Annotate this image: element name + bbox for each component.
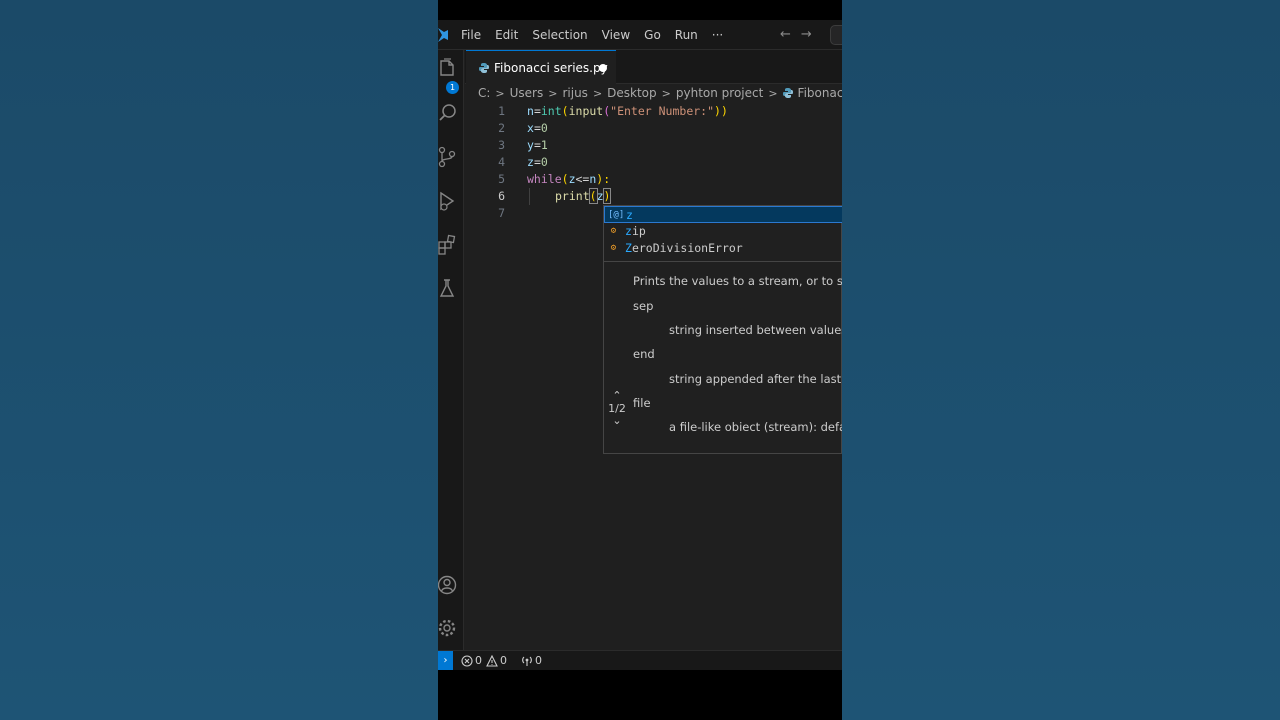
autocomplete-suggestions: [@] z ⚙ zip ⚙ ZeroDivisionError	[603, 205, 842, 262]
navigation-arrows: ←→	[780, 27, 822, 42]
ports-count: 0	[535, 654, 542, 667]
suggestion-item[interactable]: ⚙ zip	[604, 223, 842, 240]
menu-go[interactable]: Go	[644, 28, 661, 42]
search-icon[interactable]	[438, 102, 460, 124]
line-number: 2	[498, 121, 505, 135]
account-icon[interactable]	[438, 574, 460, 596]
activity-bar: 1	[438, 50, 464, 650]
extensions-icon[interactable]	[438, 234, 460, 256]
settings-gear-icon[interactable]	[438, 617, 460, 639]
param-name: file	[633, 396, 651, 410]
chevron-right-icon: >	[548, 86, 558, 100]
param-desc: string inserted between values,	[669, 323, 842, 337]
explorer-icon[interactable]: 1	[438, 58, 460, 94]
vscode-logo-icon	[438, 27, 448, 42]
menu-run[interactable]: Run	[675, 28, 698, 42]
chevron-right-icon: >	[768, 86, 778, 100]
right-background	[842, 0, 1280, 720]
title-bar: File Edit Selection View Go Run ··· ←→	[438, 20, 842, 50]
error-icon	[461, 654, 473, 667]
code-line-active: 6 print(z)	[465, 188, 842, 205]
class-icon: ⚙	[610, 226, 617, 236]
breadcrumb-desktop[interactable]: Desktop	[607, 86, 657, 100]
command-center[interactable]	[830, 25, 842, 45]
class-icon: ⚙	[610, 243, 617, 253]
breadcrumb-project[interactable]: pyhton project	[676, 86, 763, 100]
remote-indicator-icon[interactable]: ›	[438, 650, 453, 670]
suggestion-item[interactable]: [@] z	[604, 206, 842, 223]
error-count: 0	[475, 654, 482, 667]
code-line: 5 while(z<=n):	[465, 171, 842, 188]
variable-icon: [@]	[608, 210, 625, 220]
testing-flask-icon[interactable]	[438, 278, 460, 300]
code-text: z=0	[527, 155, 548, 169]
vscode-window: File Edit Selection View Go Run ··· ←→ 1	[438, 20, 842, 670]
signature-help: Prints the values to a stream, or to sys…	[603, 261, 842, 454]
code-text: y=1	[527, 138, 548, 152]
line-number: 7	[498, 206, 505, 220]
code-line: 4 z=0	[465, 154, 842, 171]
warning-count: 0	[500, 654, 507, 667]
chevron-right-icon: >	[661, 86, 671, 100]
indent-guide	[529, 188, 530, 205]
ports-indicator[interactable]: 0	[521, 654, 542, 667]
menu-file[interactable]: File	[461, 28, 481, 42]
menu-view[interactable]: View	[602, 28, 630, 42]
line-number: 5	[498, 172, 505, 186]
param-desc: string appended after the last v	[669, 372, 842, 386]
breadcrumb: C: > Users > rijus > Desktop > pyhton pr…	[478, 83, 842, 103]
signature-navigation: ⌃ 1/2 ⌄	[604, 390, 630, 428]
forward-arrow-icon[interactable]: →	[801, 27, 822, 42]
tab-bar: Fibonacci series.py	[465, 50, 842, 84]
code-text: print(z)	[555, 188, 612, 204]
line-number: 1	[498, 104, 505, 118]
line-number: 3	[498, 138, 505, 152]
menu-selection[interactable]: Selection	[532, 28, 587, 42]
code-line: 1 n=int(input("Enter Number:"))	[465, 103, 842, 120]
problems-indicator[interactable]: 0 0	[461, 654, 507, 667]
code-line: 2 x=0	[465, 120, 842, 137]
code-text: x=0	[527, 121, 548, 135]
signature-description: Prints the values to a stream, or to sys	[633, 274, 842, 288]
line-number: 4	[498, 155, 505, 169]
breadcrumb-drive[interactable]: C:	[478, 86, 490, 100]
param-desc: a file-like obiect (stream): defau	[669, 420, 842, 434]
chevron-right-icon: >	[495, 86, 505, 100]
code-line: 3 y=1	[465, 137, 842, 154]
breadcrumb-user[interactable]: rijus	[562, 86, 587, 100]
code-text: while(z<=n):	[527, 172, 611, 186]
menu-edit[interactable]: Edit	[495, 28, 518, 42]
chevron-up-icon[interactable]: ⌃	[604, 390, 630, 402]
chevron-right-icon: >	[592, 86, 603, 100]
breadcrumb-file[interactable]: Fibonacci series.py	[798, 86, 842, 100]
tab-fibonacci-series[interactable]: Fibonacci series.py	[466, 50, 616, 84]
code-text: n=int(input("Enter Number:"))	[527, 104, 728, 118]
run-debug-icon[interactable]	[438, 190, 460, 212]
vertical-video-frame: File Edit Selection View Go Run ··· ←→ 1	[438, 0, 842, 720]
python-file-icon	[479, 62, 489, 73]
unsaved-dot-icon[interactable]	[599, 64, 607, 72]
broadcast-icon	[522, 656, 532, 666]
menu-more[interactable]: ···	[712, 28, 723, 42]
param-name: sep	[633, 299, 654, 313]
left-background	[0, 0, 438, 720]
tab-label: Fibonacci series.py	[494, 60, 608, 75]
source-control-icon[interactable]	[438, 146, 460, 168]
breadcrumb-users[interactable]: Users	[510, 86, 544, 100]
suggestion-item[interactable]: ⚙ ZeroDivisionError	[604, 240, 842, 257]
param-name: end	[633, 347, 655, 361]
line-number: 6	[498, 189, 505, 203]
warning-icon	[486, 654, 498, 667]
python-file-icon	[782, 88, 793, 98]
chevron-down-icon[interactable]: ⌄	[604, 415, 630, 428]
back-arrow-icon[interactable]: ←	[780, 27, 801, 42]
explorer-badge: 1	[446, 81, 459, 94]
status-bar: › 0 0 0	[438, 650, 842, 670]
